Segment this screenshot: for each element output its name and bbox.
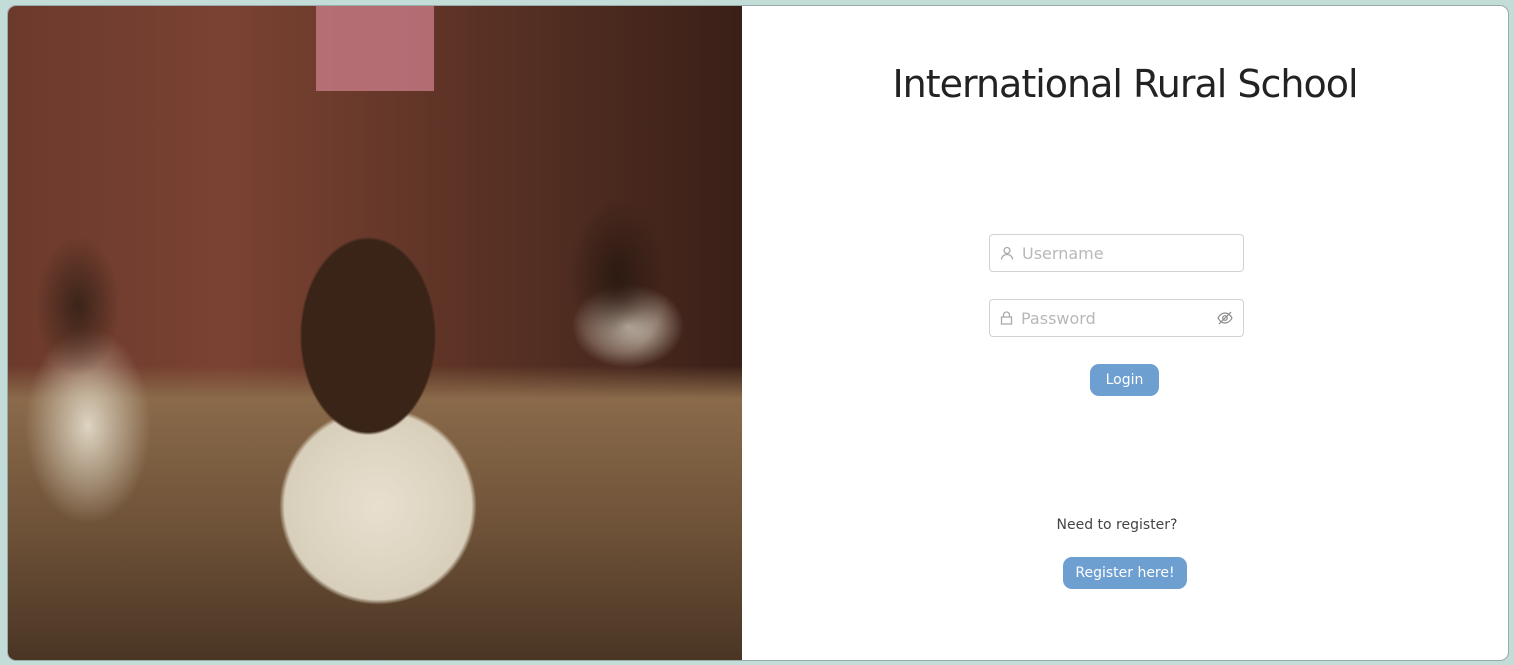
username-field[interactable]: [989, 234, 1244, 272]
wall-poster: [316, 6, 434, 91]
lock-icon: [1000, 311, 1013, 325]
user-icon: [1000, 246, 1014, 260]
login-button[interactable]: Login: [1090, 364, 1159, 396]
register-button[interactable]: Register here!: [1063, 557, 1187, 589]
password-field[interactable]: [989, 299, 1244, 337]
password-input[interactable]: [1019, 307, 1213, 329]
classroom-photo: [8, 6, 742, 660]
login-card: International Rural School: [7, 5, 1509, 661]
eye-slash-icon[interactable]: [1217, 311, 1233, 325]
username-input[interactable]: [1020, 242, 1214, 264]
page-title: International Rural School: [892, 62, 1358, 106]
register-prompt: Need to register?: [1056, 517, 1178, 533]
